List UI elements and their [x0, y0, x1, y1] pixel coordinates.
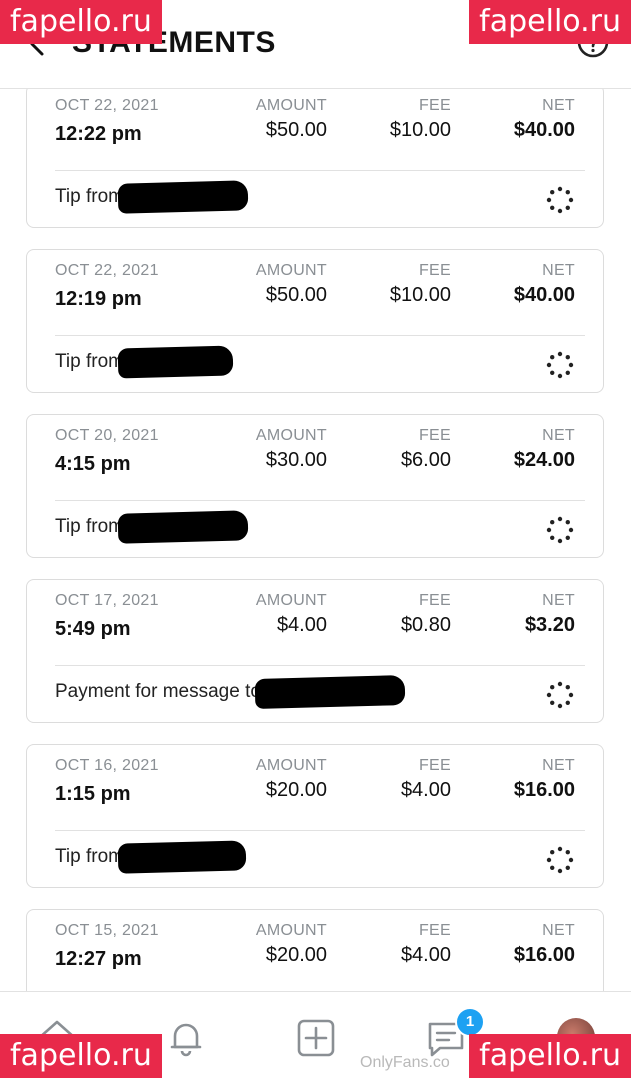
transaction-description: Payment for message to — [55, 675, 406, 709]
transaction-date: OCT 15, 2021 — [55, 922, 159, 939]
statement-card[interactable]: OCT 22, 2021 12:22 pm AMOUNT $50.00 FEE $10.0… — [26, 88, 604, 228]
transaction-time: 1:15 pm — [55, 783, 131, 805]
transaction-description: Tip from — [55, 345, 234, 379]
transaction-time: 12:19 pm — [55, 288, 142, 310]
amount-label: AMOUNT — [255, 922, 327, 939]
net-label: NET — [542, 922, 575, 939]
card-divider — [55, 665, 585, 666]
fee-label: FEE — [418, 757, 451, 774]
net-value: $16.00 — [513, 944, 575, 966]
net-label: NET — [542, 97, 575, 114]
statement-card[interactable]: OCT 15, 2021 12:27 pm AMOUNT $20.00 FEE $4.00… — [26, 909, 604, 991]
pending-status-icon — [546, 681, 574, 709]
transaction-date: OCT 17, 2021 — [55, 592, 159, 609]
net-label: NET — [542, 262, 575, 279]
amount-value: $4.00 — [276, 614, 327, 636]
description-text: Tip from — [55, 186, 124, 208]
amount-label: AMOUNT — [255, 592, 327, 609]
card-divider — [55, 500, 585, 501]
net-label: NET — [542, 757, 575, 774]
net-value: $16.00 — [513, 779, 575, 801]
fee-value: $6.00 — [400, 449, 451, 471]
watermark-bottom-right: fapello.ru — [469, 1034, 631, 1078]
plus-square-icon[interactable] — [294, 1016, 338, 1060]
fee-label: FEE — [418, 592, 451, 609]
pending-status-icon — [546, 516, 574, 544]
amount-value: $20.00 — [265, 779, 327, 801]
fee-value: $4.00 — [400, 944, 451, 966]
net-label: NET — [542, 427, 575, 444]
description-text: Tip from — [55, 516, 124, 538]
transaction-date: OCT 22, 2021 — [55, 97, 159, 114]
transaction-time: 4:15 pm — [55, 453, 131, 475]
statement-card[interactable]: OCT 22, 2021 12:19 pm AMOUNT $50.00 FEE $10.0… — [26, 249, 604, 393]
transaction-description: Tip from — [55, 840, 247, 874]
amount-label: AMOUNT — [255, 427, 327, 444]
description-text: Tip from — [55, 351, 124, 373]
messages-badge: 1 — [455, 1007, 485, 1037]
fee-label: FEE — [418, 427, 451, 444]
fee-label: FEE — [418, 922, 451, 939]
card-divider — [55, 170, 585, 171]
amount-value: $30.00 — [265, 449, 327, 471]
amount-value: $50.00 — [265, 284, 327, 306]
fee-value: $4.00 — [400, 779, 451, 801]
statement-card[interactable]: OCT 20, 2021 4:15 pm AMOUNT $30.00 FEE $6.00 N… — [26, 414, 604, 558]
watermark-bottom-left: fapello.ru — [0, 1034, 162, 1078]
transaction-time: 5:49 pm — [55, 618, 131, 640]
statements-list[interactable]: OCT 22, 2021 12:22 pm AMOUNT $50.00 FEE $10.0… — [0, 88, 631, 991]
card-divider — [55, 830, 585, 831]
net-value: $40.00 — [513, 284, 575, 306]
transaction-date: OCT 16, 2021 — [55, 757, 159, 774]
statement-card[interactable]: OCT 16, 2021 1:15 pm AMOUNT $20.00 FEE $4.00 N… — [26, 744, 604, 888]
site-watermark-text: OnlyFans.co — [360, 1054, 450, 1071]
fee-value: $10.00 — [389, 119, 451, 141]
fee-label: FEE — [418, 97, 451, 114]
net-value: $3.20 — [524, 614, 575, 636]
redaction-mark — [117, 345, 234, 379]
amount-value: $20.00 — [265, 944, 327, 966]
transaction-date: OCT 20, 2021 — [55, 427, 159, 444]
transaction-description: Tip from — [55, 180, 249, 214]
redaction-mark — [117, 840, 247, 874]
pending-status-icon — [546, 351, 574, 379]
transaction-date: OCT 22, 2021 — [55, 262, 159, 279]
description-text: Payment for message to — [55, 681, 261, 703]
amount-value: $50.00 — [265, 119, 327, 141]
net-value: $40.00 — [513, 119, 575, 141]
description-text: Tip from — [55, 846, 124, 868]
net-label: NET — [542, 592, 575, 609]
redaction-mark — [117, 180, 249, 214]
pending-status-icon — [546, 186, 574, 214]
fee-value: $10.00 — [389, 284, 451, 306]
statement-card[interactable]: OCT 17, 2021 5:49 pm AMOUNT $4.00 FEE $0.80 NE… — [26, 579, 604, 723]
transaction-time: 12:22 pm — [55, 123, 142, 145]
watermark-top-left: fapello.ru — [0, 0, 162, 44]
transaction-description: Tip from — [55, 510, 249, 544]
card-divider — [55, 335, 585, 336]
transaction-time: 12:27 pm — [55, 948, 142, 970]
fee-label: FEE — [418, 262, 451, 279]
amount-label: AMOUNT — [255, 97, 327, 114]
amount-label: AMOUNT — [255, 757, 327, 774]
net-value: $24.00 — [513, 449, 575, 471]
redaction-mark — [117, 510, 249, 544]
watermark-top-right: fapello.ru — [469, 0, 631, 44]
bell-icon[interactable] — [164, 1016, 208, 1060]
fee-value: $0.80 — [400, 614, 451, 636]
pending-status-icon — [546, 846, 574, 874]
redaction-mark — [254, 675, 406, 709]
amount-label: AMOUNT — [255, 262, 327, 279]
